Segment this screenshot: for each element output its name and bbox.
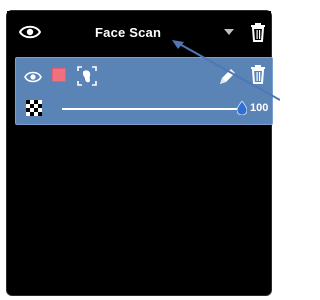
opacity-slider-fill <box>62 108 242 110</box>
eye-icon[interactable] <box>19 23 41 41</box>
trash-icon[interactable] <box>250 64 266 84</box>
layer-controls <box>16 58 272 92</box>
eye-icon[interactable] <box>24 70 42 84</box>
pencil-icon[interactable] <box>216 66 238 88</box>
opacity-slider[interactable] <box>62 101 247 115</box>
layer-item[interactable]: 100 <box>15 57 273 125</box>
panel-title[interactable]: Face Scan <box>95 25 161 40</box>
opacity-slider-handle[interactable] <box>237 101 247 115</box>
face-scan-panel: Face Scan 100 <box>6 10 273 296</box>
panel-header: Face Scan <box>7 11 271 55</box>
face-scan-icon <box>77 66 97 86</box>
trash-icon[interactable] <box>250 22 266 42</box>
opacity-row: 100 <box>16 92 272 126</box>
caret-down-icon[interactable] <box>223 27 235 37</box>
checkerboard-opacity-icon <box>26 100 42 116</box>
layer-color-swatch[interactable] <box>52 68 66 82</box>
opacity-value: 100 <box>250 102 269 114</box>
